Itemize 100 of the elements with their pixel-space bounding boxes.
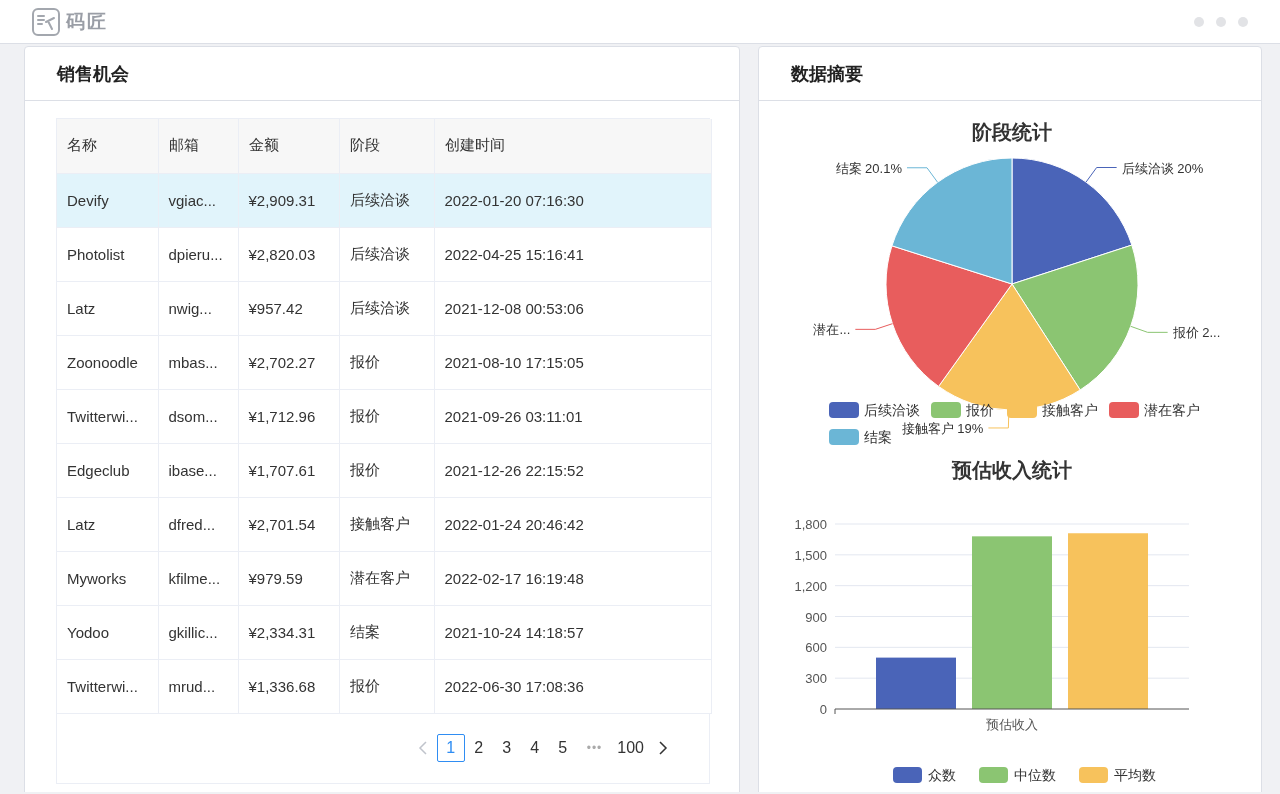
legend-label: 结案	[864, 429, 892, 445]
column-header[interactable]: 金额	[238, 119, 339, 173]
table-cell: 2021-12-08 00:53:06	[434, 281, 711, 335]
legend-swatch	[893, 767, 922, 783]
window-dot	[1194, 16, 1204, 27]
table-row[interactable]: Yodoo gkillic... ¥2,334.31 结案 2021-10-24 14:18:57	[57, 605, 711, 659]
table-row[interactable]: Latz nwig... ¥957.42 后续洽谈 2021-12-08 00:53:06	[57, 281, 711, 335]
table-cell: ¥2,702.27	[238, 335, 339, 389]
table-cell: Zoonoodle	[57, 335, 158, 389]
table-cell: ¥2,701.54	[238, 497, 339, 551]
table-cell: Yodoo	[57, 605, 158, 659]
table-cell: 2021-09-26 03:11:01	[434, 389, 711, 443]
table-cell: 2021-08-10 17:15:05	[434, 335, 711, 389]
table-cell: 报价	[339, 443, 434, 497]
legend-label: 潜在客户	[1144, 402, 1200, 418]
table-cell: 报价	[339, 389, 434, 443]
table-cell: 报价	[339, 659, 434, 713]
table-cell: Photolist	[57, 227, 158, 281]
table-cell: 2022-01-20 07:16:30	[434, 173, 711, 227]
logo-icon	[32, 7, 60, 36]
table-cell: 2022-06-30 17:08:36	[434, 659, 711, 713]
legend-label: 平均数	[1114, 767, 1156, 783]
table-cell: vgiac...	[158, 173, 238, 227]
card-title: 销售机会	[57, 62, 129, 86]
table-cell: Devify	[57, 173, 158, 227]
table-cell: 接触客户	[339, 497, 434, 551]
legend-swatch	[829, 402, 859, 418]
legend-swatch	[979, 767, 1008, 783]
table-cell: 后续洽谈	[339, 227, 434, 281]
legend-label: 报价	[966, 402, 994, 418]
table-row[interactable]: Photolist dpieru... ¥2,820.03 后续洽谈 2022-04-25 15:16:41	[57, 227, 711, 281]
column-header[interactable]: 名称	[57, 119, 158, 173]
card-title: 数据摘要	[791, 62, 863, 86]
table-cell: 报价	[339, 335, 434, 389]
table-cell: 2022-02-17 16:19:48	[434, 551, 711, 605]
leader-line	[854, 323, 893, 330]
legend-swatch	[931, 402, 961, 418]
table-row[interactable]: Twitterwi... dsom... ¥1,712.96 报价 2021-09-26 03:11:01	[57, 389, 711, 443]
legend-swatch	[829, 429, 859, 445]
slice-label: 后续洽谈 20%	[1121, 160, 1204, 176]
column-header[interactable]: 阶段	[339, 119, 434, 173]
table-cell: 后续洽谈	[339, 281, 434, 335]
table-cell: ¥1,712.96	[238, 389, 339, 443]
chevron-left-icon	[417, 741, 428, 755]
slice-label: 潜在...	[813, 322, 851, 338]
legend-label: 后续洽谈	[864, 402, 920, 418]
axis-tick-label: 900	[805, 609, 827, 625]
table-cell: ¥979.59	[238, 551, 339, 605]
table-cell: ¥2,820.03	[238, 227, 339, 281]
table-cell: Myworks	[57, 551, 158, 605]
table-cell: ¥1,707.61	[238, 443, 339, 497]
chevron-right-icon	[658, 741, 668, 755]
axis-tick-label: 0	[819, 702, 827, 717]
table-cell: 2022-04-25 15:16:41	[434, 227, 711, 281]
table-cell: ¥2,909.31	[238, 173, 339, 227]
column-header[interactable]: 创建时间	[434, 119, 711, 173]
table-cell: Twitterwi...	[57, 659, 158, 713]
table-cell: ¥2,334.31	[238, 605, 339, 659]
table-cell: Edgeclub	[57, 443, 158, 497]
table-cell: nwig...	[158, 281, 238, 335]
chart-title: 预估收入统计	[952, 459, 1072, 481]
window-dot	[1238, 16, 1248, 27]
slice-label: 结案 20.1%	[835, 160, 902, 176]
table-cell: Twitterwi...	[57, 389, 158, 443]
table-cell: mbas...	[158, 335, 238, 389]
column-header[interactable]: 邮箱	[158, 119, 238, 173]
table-cell: dsom...	[158, 389, 238, 443]
table-row[interactable]: Twitterwi... mrud... ¥1,336.68 报价 2022-06-30 17:08:36	[57, 659, 711, 713]
axis-tick-label: 1,200	[794, 578, 827, 594]
table-cell: 2021-12-26 22:15:52	[434, 443, 711, 497]
table-cell: 2021-10-24 14:18:57	[434, 605, 711, 659]
table-cell: gkillic...	[158, 605, 238, 659]
table-cell: ¥1,336.68	[238, 659, 339, 713]
table-cell: dpieru...	[158, 227, 238, 281]
table-cell: ibase...	[158, 443, 238, 497]
legend-label: 众数	[928, 767, 956, 783]
leader-line	[1130, 325, 1169, 333]
legend-swatch	[1079, 767, 1108, 783]
window-dot	[1216, 16, 1226, 27]
slice-label: 报价 2...	[1172, 325, 1221, 341]
table-cell: kfilme...	[158, 551, 238, 605]
table-row[interactable]: Edgeclub ibase... ¥1,707.61 报价 2021-12-26 22:15:52	[57, 443, 711, 497]
legend-swatch	[1109, 402, 1139, 418]
table-row[interactable]: Latz dfred... ¥2,701.54 接触客户 2022-01-24 20:46:42	[57, 497, 711, 551]
table-cell: 2022-01-24 20:46:42	[434, 497, 711, 551]
table-cell: Latz	[57, 281, 158, 335]
table-cell: 后续洽谈	[339, 173, 434, 227]
table-row[interactable]: Myworks kfilme... ¥979.59 潜在客户 2022-02-17 16:19:48	[57, 551, 711, 605]
table-cell: 潜在客户	[339, 551, 434, 605]
table-cell: mrud...	[158, 659, 238, 713]
table-cell: ¥957.42	[238, 281, 339, 335]
chart-title: 阶段统计	[972, 121, 1052, 143]
axis-tick-label: 1,500	[794, 547, 827, 563]
axis-tick-label: 300	[805, 671, 827, 687]
table-row[interactable]: Devify vgiac... ¥2,909.31 后续洽谈 2022-01-20 07:16:30	[57, 173, 711, 227]
table-row[interactable]: Zoonoodle mbas... ¥2,702.27 报价 2021-08-10 17:15:05	[57, 335, 711, 389]
table-cell: Latz	[57, 497, 158, 551]
leader-line	[1085, 167, 1118, 183]
axis-tick-label: 1,800	[794, 517, 827, 532]
slice-label: 接触客户 19%	[901, 420, 984, 436]
